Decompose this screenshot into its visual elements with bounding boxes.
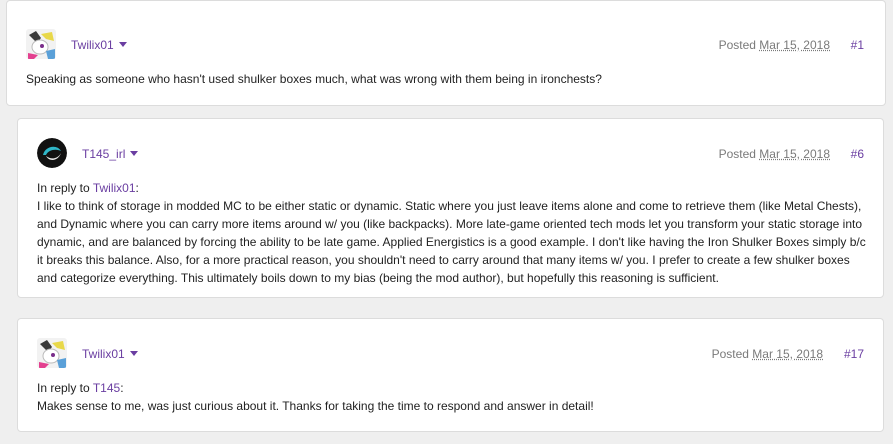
- posted-label: Posted: [718, 38, 756, 52]
- reply-suffix: :: [135, 181, 139, 195]
- post-number[interactable]: #6: [851, 147, 864, 161]
- username-text: Twilix01: [71, 38, 114, 52]
- post-number[interactable]: #17: [844, 347, 864, 361]
- post-meta: Posted Mar 15, 2018: [719, 38, 830, 52]
- reply-suffix: :: [120, 381, 124, 395]
- post-text: I like to think of storage in modded MC …: [37, 199, 866, 285]
- username-text: Twilix01: [82, 347, 125, 361]
- post-meta: Posted Mar 15, 2018: [712, 347, 823, 361]
- post-text: Makes sense to me, was just curious abou…: [37, 399, 594, 413]
- post-17: Twilix01 Posted Mar 15, 2018 #17 In repl…: [17, 318, 884, 432]
- username-text: T145_irl: [82, 147, 126, 161]
- post-date[interactable]: Mar 15, 2018: [752, 347, 823, 361]
- post-body: In reply to Twilix01: I like to think of…: [37, 179, 867, 287]
- reply-prefix: In reply to: [37, 381, 90, 395]
- user-avatar[interactable]: [37, 138, 67, 168]
- post-body: In reply to T145: Makes sense to me, was…: [37, 379, 867, 415]
- post-1: Twilix01 Posted Mar 15, 2018 #1 Speaking…: [6, 0, 886, 106]
- reply-quote: In reply to T145:: [37, 379, 867, 397]
- user-avatar[interactable]: [26, 29, 56, 59]
- posted-label: Posted: [718, 147, 756, 161]
- post-6: T145_irl Posted Mar 15, 2018 #6 In reply…: [17, 118, 884, 298]
- swirl-avatar-image: [37, 138, 67, 168]
- posted-label: Posted: [711, 347, 749, 361]
- username[interactable]: Twilix01: [71, 38, 127, 52]
- username[interactable]: T145_irl: [82, 147, 139, 161]
- reply-user-link[interactable]: Twilix01: [93, 181, 136, 195]
- post-date[interactable]: Mar 15, 2018: [759, 38, 830, 52]
- pony-avatar-image: [26, 29, 56, 59]
- username[interactable]: Twilix01: [82, 347, 138, 361]
- post-text: Speaking as someone who hasn't used shul…: [26, 72, 602, 86]
- reply-quote: In reply to Twilix01:: [37, 179, 867, 197]
- pony-avatar-image: [37, 338, 67, 368]
- post-date[interactable]: Mar 15, 2018: [759, 147, 830, 161]
- user-avatar[interactable]: [37, 338, 67, 368]
- post-number[interactable]: #1: [851, 38, 864, 52]
- reply-user-link[interactable]: T145: [93, 381, 120, 395]
- chevron-down-icon[interactable]: [130, 151, 139, 157]
- chevron-down-icon[interactable]: [129, 351, 138, 357]
- reply-prefix: In reply to: [37, 181, 90, 195]
- post-meta: Posted Mar 15, 2018: [719, 147, 830, 161]
- post-body: Speaking as someone who hasn't used shul…: [26, 70, 866, 88]
- chevron-down-icon[interactable]: [118, 42, 127, 48]
